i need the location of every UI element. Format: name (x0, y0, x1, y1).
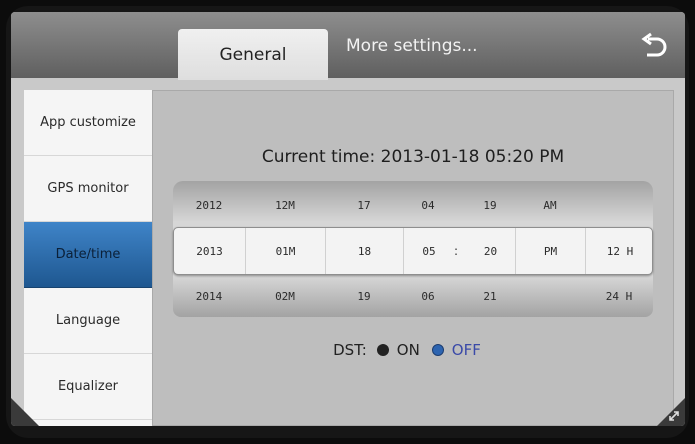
current-time-display: Current time: 2013-01-18 05:20 PM (153, 147, 673, 167)
year-next[interactable]: 2014 (173, 276, 245, 316)
year-prev[interactable]: 2012 (173, 185, 245, 225)
dst-setting: DST: ON OFF (153, 341, 673, 359)
sidebar-item-date-time[interactable]: Date/time (24, 222, 152, 288)
ampm-prev[interactable]: AM (515, 185, 585, 225)
day-prev[interactable]: 17 (325, 185, 403, 225)
screen: General More settings... App customize G… (11, 12, 685, 426)
dst-off-label[interactable]: OFF (452, 341, 481, 359)
month-prev[interactable]: 12M (245, 185, 325, 225)
date-time-picker[interactable]: 2012 12M 17 04 19 AM 2013 01M 18 05 : 20… (173, 181, 653, 317)
ampm-next[interactable] (515, 276, 585, 316)
sidebar-item-equalizer[interactable]: Equalizer (24, 354, 152, 420)
minute-prev[interactable]: 19 (465, 185, 515, 225)
picker-row-selected: 2013 01M 18 05 : 20 PM 12 H (173, 227, 653, 275)
back-button[interactable] (637, 30, 671, 64)
sidebar: App customize GPS monitor Date/time Lang… (24, 90, 152, 426)
tab-general[interactable]: General (178, 29, 328, 80)
dst-label: DST: (333, 341, 367, 359)
minute-selected[interactable]: 20 (466, 228, 516, 274)
day-selected[interactable]: 18 (326, 228, 404, 274)
hour-prev[interactable]: 04 (403, 185, 453, 225)
month-selected[interactable]: 01M (246, 228, 326, 274)
sidebar-item-language[interactable]: Language (24, 288, 152, 354)
year-selected[interactable]: 2013 (174, 228, 246, 274)
time-separator: : (454, 244, 459, 258)
hour-next[interactable]: 06 (403, 276, 453, 316)
dst-off-radio[interactable] (431, 344, 444, 356)
picker-row-previous: 2012 12M 17 04 19 AM (173, 185, 653, 225)
format-prev[interactable] (585, 185, 653, 225)
hour-selected[interactable]: 05 (404, 228, 454, 274)
day-next[interactable]: 19 (325, 276, 403, 316)
sidebar-item-gps-monitor[interactable]: GPS monitor (24, 156, 152, 222)
dst-on-radio[interactable] (376, 344, 389, 356)
header-bar: General More settings... (11, 12, 685, 80)
date-time-panel: Current time: 2013-01-18 05:20 PM 2012 1… (152, 90, 674, 426)
ampm-selected[interactable]: PM (516, 228, 586, 274)
sidebar-item-app-customize[interactable]: App customize (24, 90, 152, 156)
month-next[interactable]: 02M (245, 276, 325, 316)
format-next[interactable]: 24 H (585, 276, 653, 316)
minute-next[interactable]: 21 (465, 276, 515, 316)
resize-arrows-icon[interactable] (667, 409, 681, 423)
dst-on-label[interactable]: ON (397, 341, 420, 359)
current-time-label: Current time: (261, 147, 376, 167)
picker-row-next: 2014 02M 19 06 21 24 H (173, 276, 653, 316)
tab-more-settings[interactable]: More settings... (336, 26, 506, 66)
current-time-value: 2013-01-18 05:20 PM (380, 147, 565, 167)
format-selected[interactable]: 12 H (586, 228, 654, 274)
back-arrow-icon (641, 32, 667, 57)
